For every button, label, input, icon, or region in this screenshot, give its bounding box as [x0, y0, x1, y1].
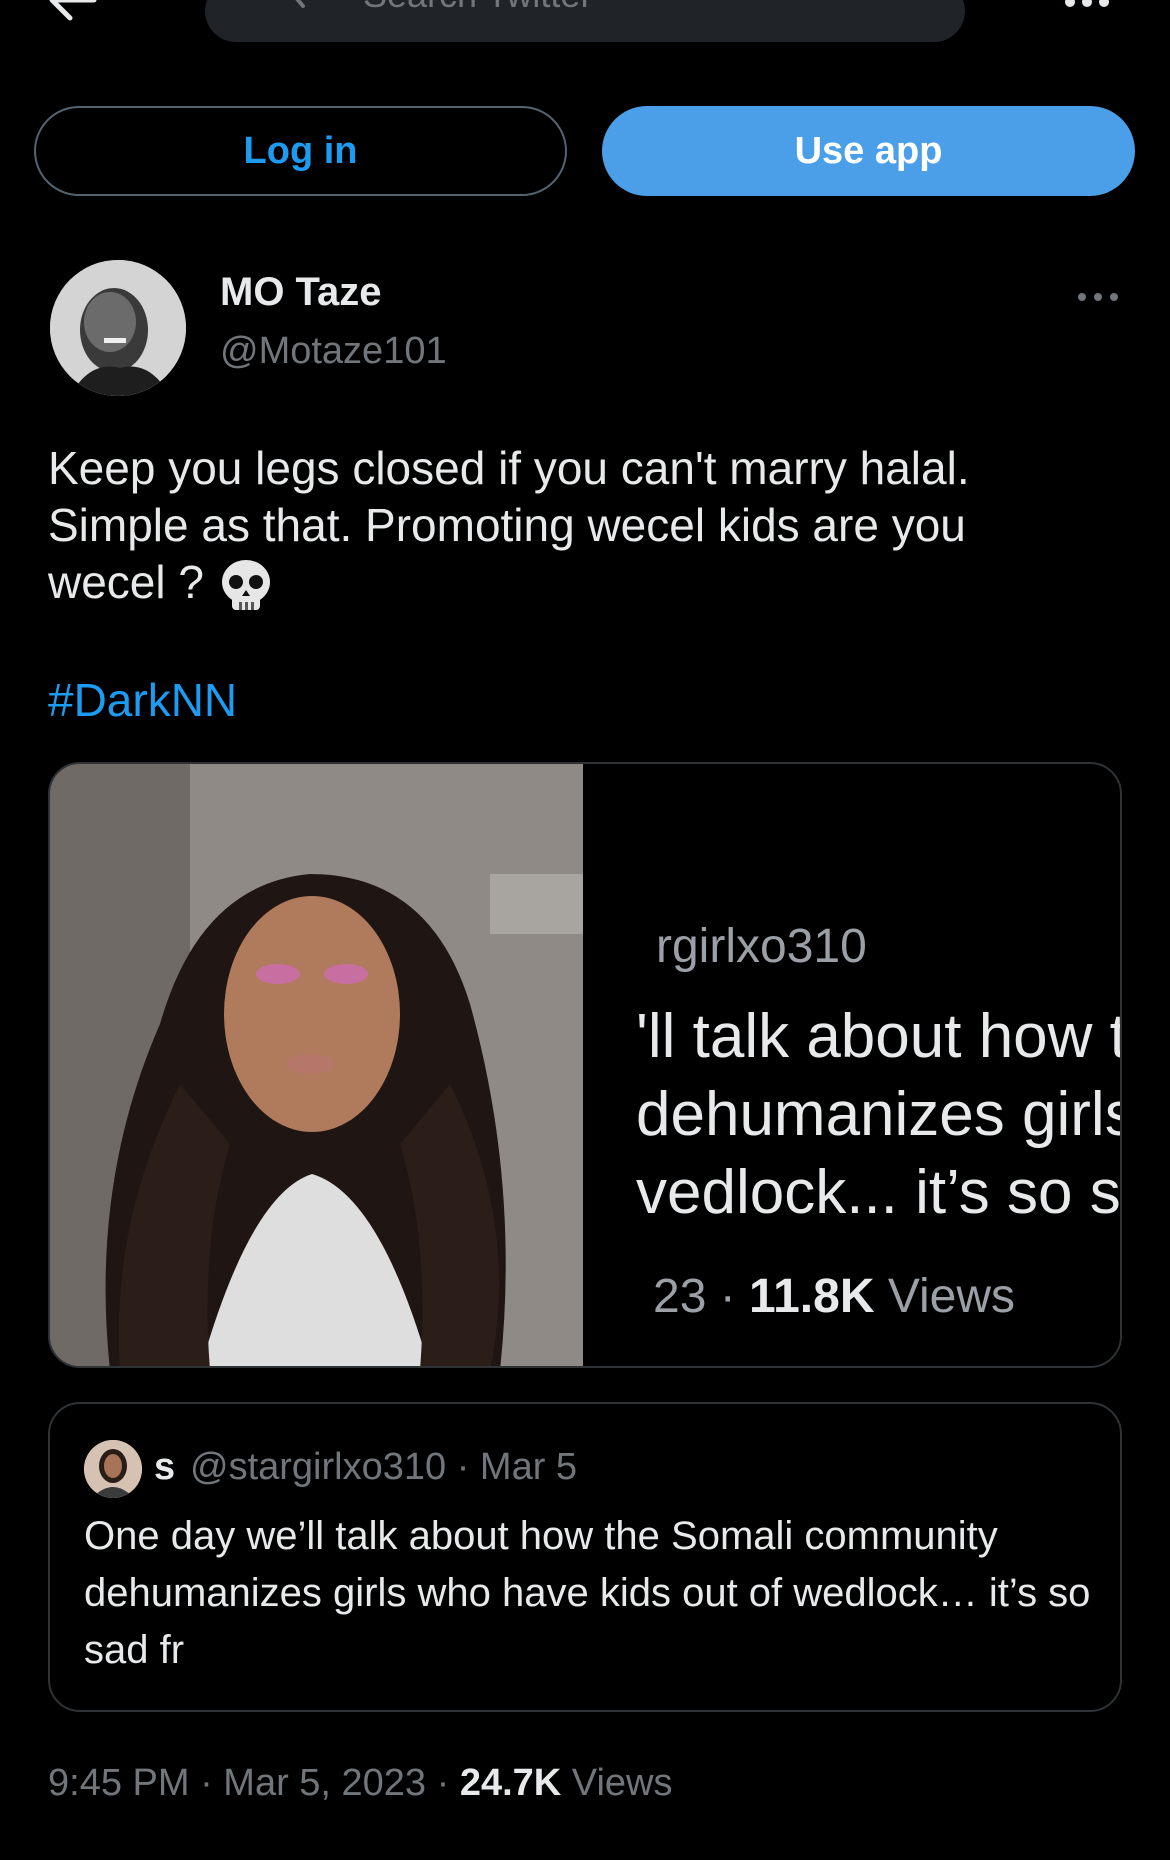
media-card[interactable]: rgirlxo310 'll talk about how th dehuman… [48, 762, 1122, 1368]
quote-handle[interactable]: @stargirlxo310 [190, 1446, 446, 1488]
quote-avatar-image [84, 1440, 142, 1498]
media-views-label: Views [874, 1270, 1015, 1323]
media-stats: 23 · 11.8K Views [653, 1269, 1015, 1324]
post-timestamp: 9:45 PM · Mar 5, 2023 · 24.7K Views [48, 1762, 673, 1805]
post-views-label: Views [561, 1762, 673, 1804]
avatar[interactable] [50, 260, 186, 396]
post-time[interactable]: 9:45 PM · Mar 5, 2023 · [48, 1762, 460, 1804]
more-icon[interactable] [1076, 290, 1120, 304]
quote-text: One day we’ll talk about how the Somali … [84, 1514, 1091, 1672]
search-input[interactable]: Search Twitter [205, 0, 965, 42]
use-app-button[interactable]: Use app [602, 106, 1135, 196]
back-arrow-icon[interactable] [48, 0, 98, 22]
media-stats-prefix: 23 · [653, 1270, 750, 1323]
media-photo [50, 764, 583, 1366]
quote-separator: · [446, 1446, 480, 1488]
user-handle[interactable]: @Motaze101 [220, 330, 447, 373]
media-handle: rgirlxo310 [656, 920, 867, 973]
quote-display-name[interactable]: s [154, 1446, 175, 1489]
tweet-body: Keep you legs closed if you can't marry … [48, 442, 970, 608]
media-views-count: 11.8K [749, 1270, 875, 1323]
avatar-image [50, 260, 186, 396]
skull-emoji [221, 559, 270, 610]
media-text-line: vedlock... it’s so sac [636, 1158, 1121, 1227]
search-placeholder: Search Twitter [363, 0, 592, 13]
post-views-count: 24.7K [459, 1762, 562, 1804]
hashtag-link[interactable]: #DarkNN [48, 673, 237, 727]
quote-date[interactable]: Mar 5 [480, 1446, 577, 1488]
display-name[interactable]: MO Taze [220, 270, 382, 315]
quoted-tweet[interactable]: s @stargirlxo310 · Mar 5 One day we’ll t… [48, 1402, 1122, 1712]
media-text-line: 'll talk about how th [636, 1002, 1122, 1071]
log-in-button[interactable]: Log in [34, 106, 567, 196]
quote-meta: @stargirlxo310 · Mar 5 [190, 1446, 577, 1489]
top-bar: Search Twitter [0, 0, 1170, 60]
search-icon [295, 0, 305, 8]
more-icon[interactable] [1062, 0, 1112, 12]
media-text-line: dehumanizes girls v [636, 1080, 1120, 1149]
media-screenshot-text: rgirlxo310 'll talk about how th dehuman… [583, 764, 1122, 1366]
avatar[interactable] [84, 1440, 142, 1498]
tweet-text: Keep you legs closed if you can't marry … [48, 440, 1118, 614]
